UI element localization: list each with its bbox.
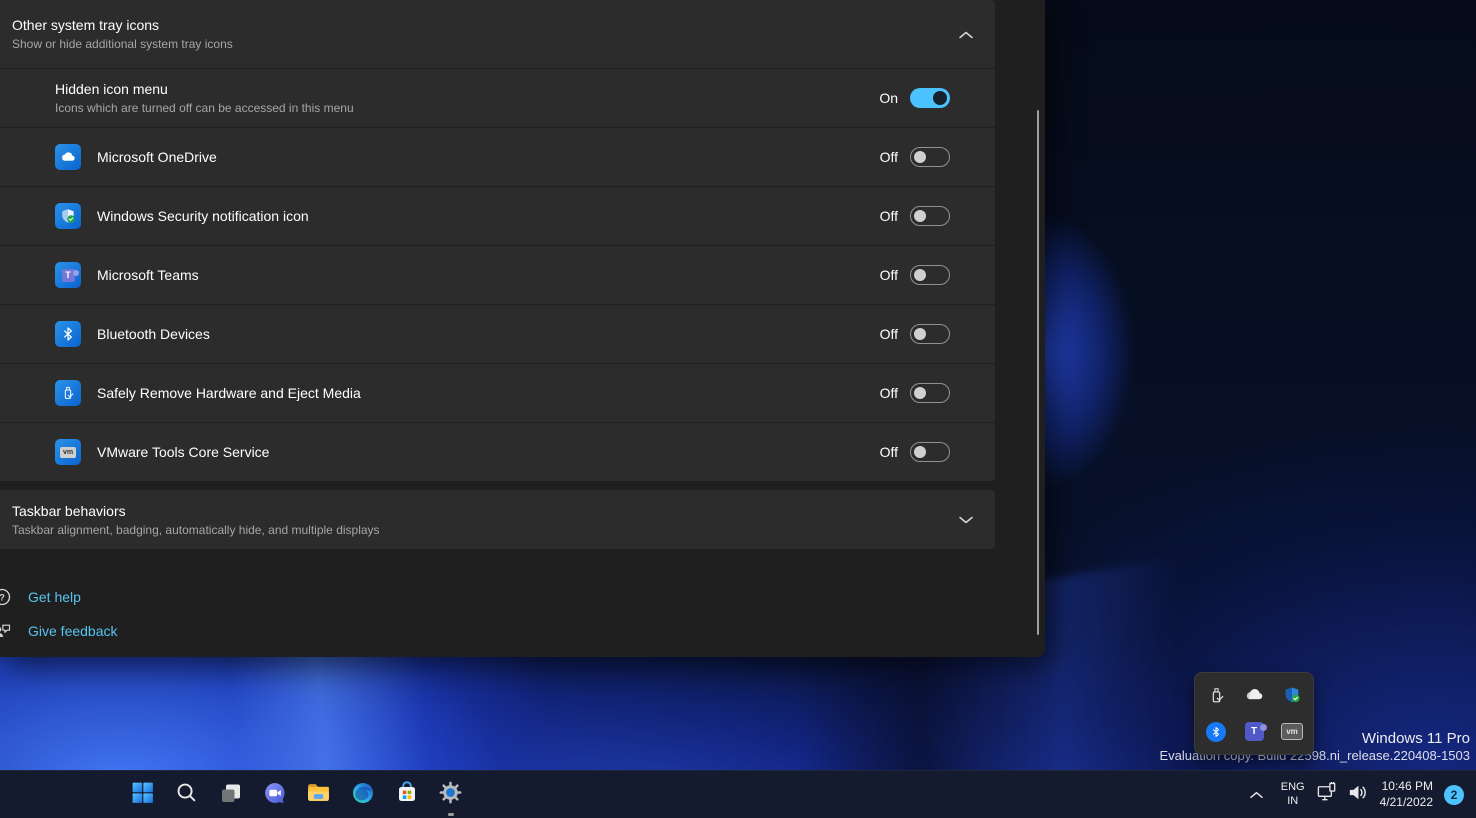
microsoft-store-button[interactable] xyxy=(390,779,423,812)
taskbar-tray: ENG IN 10:46 PM 4/21/2022 2 xyxy=(1244,771,1464,818)
row-label: VMware Tools Core Service xyxy=(97,444,269,460)
other-tray-icons-expander: Other system tray icons Show or hide add… xyxy=(0,0,995,481)
vmware-tools-icon: vm xyxy=(55,439,81,465)
toggle-state-label: Off xyxy=(880,149,898,165)
microsoft-store-icon xyxy=(395,781,419,810)
task-view-icon xyxy=(219,781,243,810)
running-app-indicator xyxy=(448,813,454,816)
system-status-icons[interactable] xyxy=(1316,781,1369,809)
search-icon xyxy=(175,781,198,809)
toggle-state-label: Off xyxy=(880,444,898,460)
give-feedback-link[interactable]: Give feedback xyxy=(0,620,1045,642)
chat-button[interactable] xyxy=(258,779,291,812)
safely-remove-hardware-tray-icon[interactable] xyxy=(1199,678,1233,712)
settings-button[interactable] xyxy=(434,779,467,812)
windows-security-toggle[interactable] xyxy=(910,206,950,226)
edge-button[interactable] xyxy=(346,779,379,812)
language-indicator[interactable]: ENG IN xyxy=(1281,781,1305,809)
date: 4/21/2022 xyxy=(1380,795,1433,811)
notification-badge[interactable]: 2 xyxy=(1444,785,1464,805)
row-title: Hidden icon menu xyxy=(55,80,354,98)
vmware-letters: vm xyxy=(1286,727,1298,736)
expand-expander-button[interactable] xyxy=(951,505,981,535)
svg-text:?: ? xyxy=(0,592,5,602)
taskbar-app-icons xyxy=(126,771,467,818)
chat-icon xyxy=(263,781,287,810)
row-label: Safely Remove Hardware and Eject Media xyxy=(97,385,361,401)
hidden-icons-flyout: T vm xyxy=(1194,672,1314,755)
row-label: Windows Security notification icon xyxy=(97,208,309,224)
desktop: Other system tray icons Show or hide add… xyxy=(0,0,1476,818)
expander-title: Other system tray icons xyxy=(12,16,233,34)
clock[interactable]: 10:46 PM 4/21/2022 xyxy=(1380,779,1433,810)
toggle-state-label: Off xyxy=(880,385,898,401)
help-icon: ? xyxy=(0,587,12,607)
windows-security-tray-icon[interactable] xyxy=(1275,678,1309,712)
collapse-expander-button[interactable] xyxy=(951,19,981,49)
windows-security-icon xyxy=(55,203,81,229)
language-line1: ENG xyxy=(1281,781,1305,795)
settings-gear-icon xyxy=(438,780,463,810)
link-label: Give feedback xyxy=(28,623,118,639)
safely-remove-hardware-icon xyxy=(55,380,81,406)
edge-icon xyxy=(351,781,375,810)
teams-letter: T xyxy=(1251,726,1257,737)
teams-toggle[interactable] xyxy=(910,265,950,285)
link-label: Get help xyxy=(28,589,81,605)
network-icon xyxy=(1316,781,1339,809)
time: 10:46 PM xyxy=(1380,779,1433,795)
taskbar-behaviors-expander[interactable]: Taskbar behaviors Taskbar alignment, bad… xyxy=(0,490,995,549)
start-button[interactable] xyxy=(126,779,159,812)
row-label: Microsoft OneDrive xyxy=(97,149,217,165)
feedback-icon xyxy=(0,621,12,641)
file-explorer-button[interactable] xyxy=(302,779,335,812)
vmware-tray-icon[interactable]: vm xyxy=(1275,715,1309,749)
row-label: Bluetooth Devices xyxy=(97,326,210,342)
other-tray-icons-header[interactable]: Other system tray icons Show or hide add… xyxy=(0,0,995,68)
tray-icon-row-vmware: vm VMware Tools Core Service Off xyxy=(0,422,995,481)
row-subtitle: Icons which are turned off can be access… xyxy=(55,100,354,116)
onedrive-tray-icon[interactable] xyxy=(1237,678,1271,712)
windows-start-icon xyxy=(130,780,155,810)
chevron-up-icon xyxy=(1250,786,1263,804)
vmware-letters: vm xyxy=(63,449,73,456)
task-view-button[interactable] xyxy=(214,779,247,812)
row-label: Microsoft Teams xyxy=(97,267,199,283)
expander-subtitle: Taskbar alignment, badging, automaticall… xyxy=(12,522,380,538)
scrollbar[interactable] xyxy=(1037,110,1039,635)
tray-icon-row-bluetooth: Bluetooth Devices Off xyxy=(0,304,995,363)
tray-icon-row-teams: T Microsoft Teams Off xyxy=(0,245,995,304)
get-help-link[interactable]: ? Get help xyxy=(0,586,1045,608)
toggle-state-label: Off xyxy=(880,267,898,283)
tray-icon-row-onedrive: Microsoft OneDrive Off xyxy=(0,127,995,186)
search-button[interactable] xyxy=(170,779,203,812)
expander-subtitle: Show or hide additional system tray icon… xyxy=(12,36,233,52)
bluetooth-tray-icon[interactable] xyxy=(1199,715,1233,749)
file-explorer-icon xyxy=(306,780,331,810)
toggle-state-label: Off xyxy=(880,208,898,224)
hidden-icon-menu-row: Hidden icon menu Icons which are turned … xyxy=(0,68,995,127)
chevron-up-icon xyxy=(959,27,973,42)
safely-remove-toggle[interactable] xyxy=(910,383,950,403)
onedrive-icon xyxy=(55,144,81,170)
tray-icon-row-safely-remove: Safely Remove Hardware and Eject Media O… xyxy=(0,363,995,422)
toggle-state-label: On xyxy=(879,90,898,106)
language-line2: IN xyxy=(1281,795,1305,809)
volume-icon xyxy=(1346,781,1369,809)
show-hidden-icons-button[interactable] xyxy=(1244,779,1270,812)
teams-letter: T xyxy=(65,270,71,280)
tray-icon-row-windows-security: Windows Security notification icon Off xyxy=(0,186,995,245)
onedrive-toggle[interactable] xyxy=(910,147,950,167)
teams-icon: T xyxy=(55,262,81,288)
hidden-icon-menu-toggle[interactable] xyxy=(910,88,950,108)
teams-tray-icon[interactable]: T xyxy=(1237,715,1271,749)
expander-title: Taskbar behaviors xyxy=(12,502,380,520)
taskbar: ENG IN 10:46 PM 4/21/2022 2 xyxy=(0,770,1476,818)
chevron-down-icon xyxy=(959,512,973,527)
toggle-state-label: Off xyxy=(880,326,898,342)
bluetooth-toggle[interactable] xyxy=(910,324,950,344)
bluetooth-icon xyxy=(55,321,81,347)
vmware-toggle[interactable] xyxy=(910,442,950,462)
settings-window: Other system tray icons Show or hide add… xyxy=(0,0,1045,657)
